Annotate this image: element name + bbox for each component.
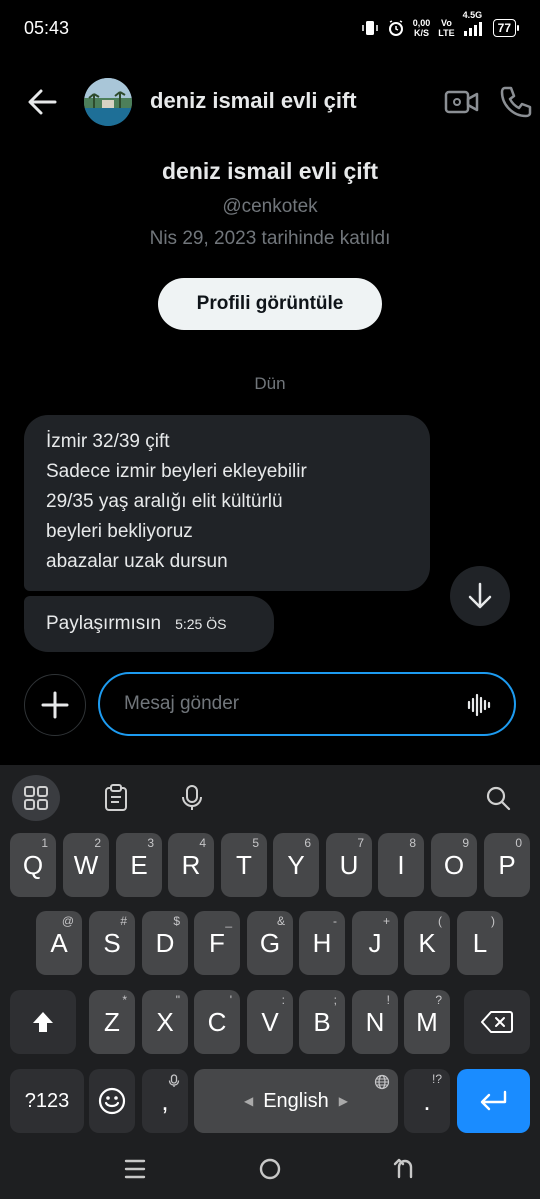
- message-line: İzmir 32/39 çift: [46, 431, 170, 452]
- keyboard-search-button[interactable]: [474, 775, 522, 821]
- shift-key[interactable]: [10, 990, 76, 1054]
- grid-icon: [24, 786, 48, 810]
- status-time: 05:43: [24, 17, 70, 38]
- avatar-image: [84, 78, 132, 126]
- key-f[interactable]: _ F: [194, 911, 240, 975]
- key-o[interactable]: 9O: [431, 833, 477, 897]
- period-key[interactable]: !?.: [404, 1069, 450, 1133]
- key-x[interactable]: " X: [142, 990, 188, 1054]
- microphone-icon: [182, 785, 202, 810]
- vibrate-icon: [362, 21, 378, 35]
- key-z[interactable]: * Z: [89, 990, 135, 1054]
- clipboard-button[interactable]: [92, 775, 140, 821]
- key-m[interactable]: ? M: [404, 990, 450, 1054]
- back-nav-button[interactable]: [390, 1154, 420, 1184]
- message-line: abazalar uzak dursun: [46, 551, 228, 572]
- key-k[interactable]: (K: [404, 911, 450, 975]
- message-text: Paylaşırmısın: [46, 613, 162, 634]
- arrow-down-icon: [468, 582, 492, 609]
- microphone-small-icon: [168, 1074, 180, 1087]
- signal-icon: 4.5G: [463, 10, 485, 36]
- voice-wave-icon[interactable]: [466, 692, 492, 718]
- view-profile-button[interactable]: Profili görüntüle: [158, 278, 382, 330]
- battery-indicator: 77: [492, 19, 520, 37]
- key-c[interactable]: ' C: [194, 990, 240, 1054]
- backspace-key[interactable]: [464, 990, 530, 1054]
- network-speed: 0,00 K/S: [412, 18, 431, 38]
- key-i[interactable]: 8I: [378, 833, 424, 897]
- clipboard-icon: [105, 784, 127, 811]
- voice-input-button[interactable]: [168, 775, 216, 821]
- message-bubble[interactable]: İzmir 32/39 çift Sadece izmir beyleri ek…: [24, 415, 430, 591]
- profile-handle: @cenkotek: [222, 196, 318, 217]
- shift-icon: [33, 1012, 53, 1032]
- key-y[interactable]: 6Y: [273, 833, 319, 897]
- caret-right-icon: ▶: [338, 1094, 349, 1108]
- key-s[interactable]: # S: [89, 911, 135, 975]
- home-circle-icon: [259, 1158, 281, 1180]
- profile-name: deniz ismail evli çift: [161, 158, 379, 184]
- on-screen-keyboard: 1Q 2W 3E 4R 5T 6Y 7U 8I 9O 0P @ A # S $ D _…: [0, 765, 540, 1199]
- key-p[interactable]: 0P: [484, 833, 530, 897]
- caret-left-icon: ◀: [243, 1094, 254, 1108]
- message-line: 29/35 yaş aralığı elit kültürlü: [46, 491, 283, 512]
- search-icon: [486, 786, 511, 811]
- enter-icon: [480, 1090, 506, 1111]
- header-title[interactable]: deniz ismail evli çift: [150, 88, 357, 114]
- system-nav-bar: [0, 1136, 540, 1199]
- recent-apps-button[interactable]: [120, 1154, 150, 1184]
- status-bar: 05:43 0,00 K/S Vo LTE 4.5G 77: [0, 0, 540, 56]
- phone-icon: [500, 86, 532, 118]
- key-g[interactable]: & G: [247, 911, 293, 975]
- symbols-key[interactable]: ?123: [10, 1069, 84, 1133]
- voice-call-button[interactable]: [498, 84, 534, 120]
- key-w[interactable]: 2W: [63, 833, 109, 897]
- key-t[interactable]: 5T: [221, 833, 267, 897]
- space-key[interactable]: ◀ English ▶: [194, 1069, 398, 1133]
- key-u[interactable]: 7U: [326, 833, 372, 897]
- message-timestamp: 5:25 ÖS: [175, 616, 227, 632]
- arrow-left-icon: [28, 89, 57, 115]
- key-l[interactable]: ) L: [457, 911, 503, 975]
- key-e[interactable]: 3E: [116, 833, 162, 897]
- key-q[interactable]: 1Q: [10, 833, 56, 897]
- key-h[interactable]: -H: [299, 911, 345, 975]
- key-v[interactable]: :V: [247, 990, 293, 1054]
- message-line: Sadece izmir beyleri ekleyebilir: [46, 461, 307, 482]
- add-media-button[interactable]: [24, 674, 86, 736]
- video-camera-icon: [444, 90, 479, 114]
- conversation-header: deniz ismail evli çift: [0, 70, 540, 134]
- emoji-icon: [98, 1087, 126, 1115]
- menu-icon: [124, 1159, 146, 1179]
- day-separator: Dün: [254, 374, 286, 393]
- message-bubble[interactable]: Paylaşırmısın 5:25 ÖS: [24, 596, 274, 652]
- apps-grid-button[interactable]: [12, 775, 60, 821]
- enter-key[interactable]: [457, 1069, 530, 1133]
- status-icons: 0,00 K/S Vo LTE 4.5G 77: [361, 10, 520, 38]
- home-button[interactable]: [255, 1154, 285, 1184]
- key-j[interactable]: + J: [352, 911, 398, 975]
- emoji-key[interactable]: [89, 1069, 135, 1133]
- message-input[interactable]: [124, 693, 444, 715]
- key-d[interactable]: $ D: [142, 911, 188, 975]
- key-n[interactable]: ! N: [352, 990, 398, 1054]
- backspace-icon: [481, 1011, 513, 1033]
- alarm-icon: [388, 20, 403, 36]
- comma-key[interactable]: ,: [142, 1069, 188, 1133]
- keyboard-toolbar: [0, 765, 540, 831]
- message-composer[interactable]: [98, 672, 516, 736]
- scroll-to-bottom-button[interactable]: [450, 566, 510, 626]
- back-arrow-icon: [393, 1158, 413, 1179]
- key-r[interactable]: 4R: [168, 833, 214, 897]
- key-a[interactable]: @ A: [36, 911, 82, 975]
- message-line: beyleri bekliyoruz: [46, 521, 193, 542]
- avatar[interactable]: [84, 78, 132, 126]
- plus-icon: [41, 691, 69, 719]
- volte-indicator: Vo LTE: [438, 18, 455, 38]
- back-button[interactable]: [22, 84, 62, 120]
- globe-icon: [374, 1074, 390, 1090]
- key-b[interactable]: ; B: [299, 990, 345, 1054]
- profile-joined-date: Nis 29, 2023 tarihinde katıldı: [149, 228, 391, 249]
- video-call-button[interactable]: [444, 86, 480, 118]
